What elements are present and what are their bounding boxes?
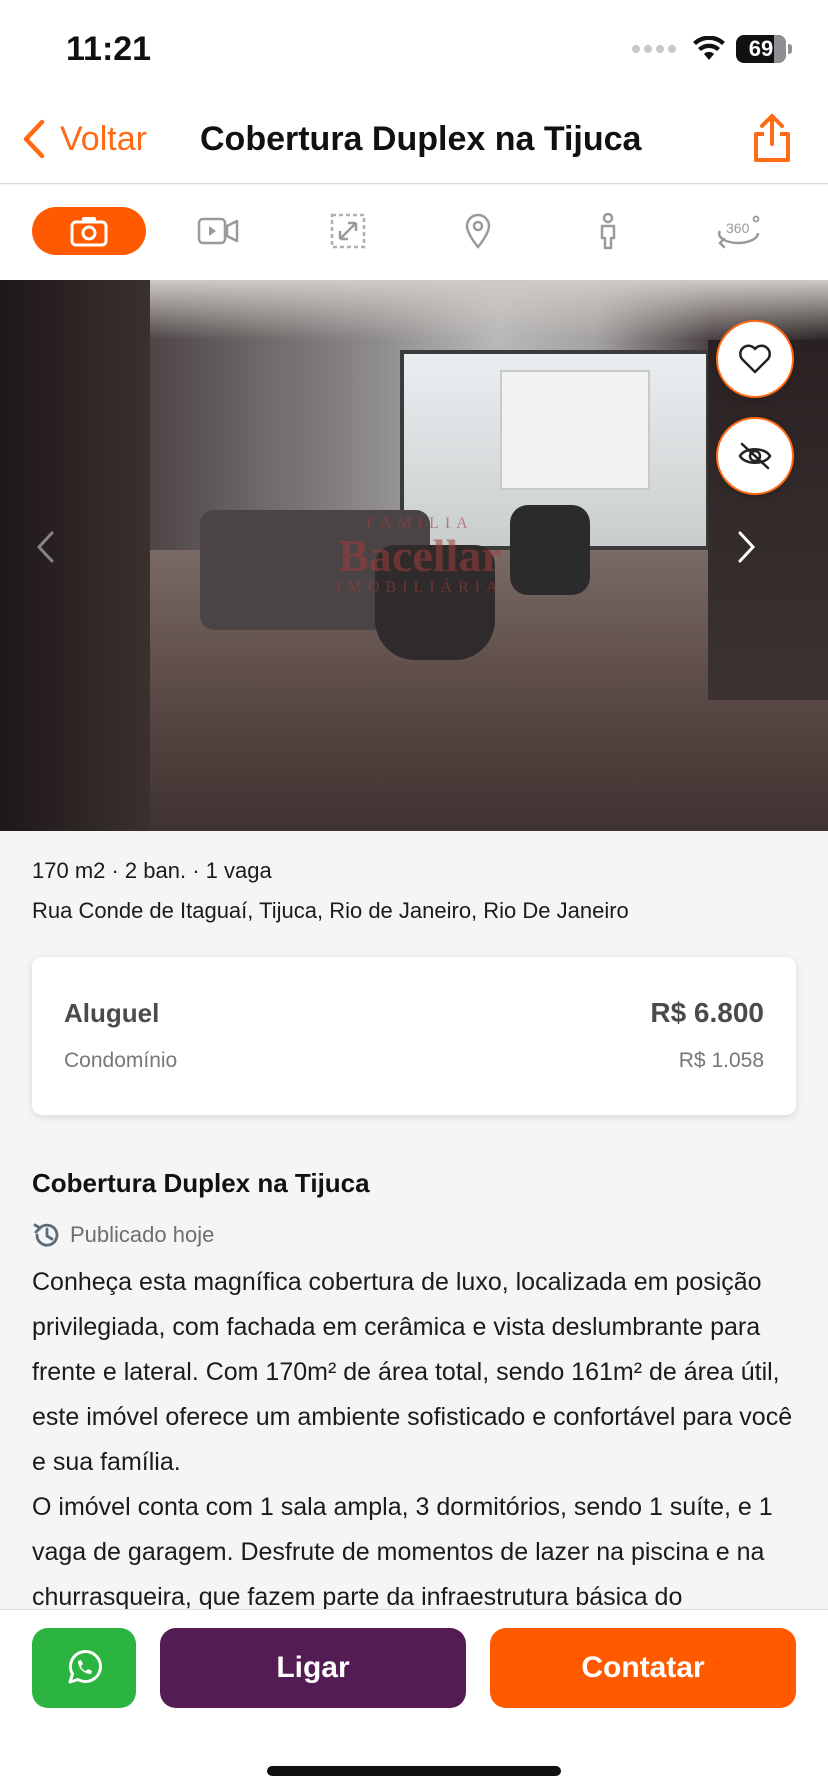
tab-floorplan[interactable] [291, 207, 405, 255]
condo-value: R$ 1.058 [678, 1049, 764, 1072]
back-label: Voltar [60, 119, 147, 158]
description-text: Conheça esta magnífica cobertura de luxo… [32, 1268, 793, 1610]
status-indicators: 69 [632, 34, 792, 64]
floorplan-icon [330, 213, 366, 249]
bottom-action-bar: Ligar Contatar [0, 1609, 828, 1792]
published-info: Publicado hoje [32, 1220, 214, 1250]
rent-value: R$ 6.800 [650, 997, 764, 1028]
listing-features: 170 m2 · 2 ban. · 1 vaga [32, 858, 272, 883]
home-indicator[interactable] [267, 1766, 561, 1776]
previous-photo-button[interactable] [36, 530, 76, 580]
battery-level: 69 [748, 36, 774, 61]
chevron-left-icon [23, 119, 45, 159]
status-time: 11:21 [66, 30, 152, 68]
photo-building [500, 370, 650, 490]
whatsapp-button[interactable] [32, 1628, 136, 1708]
tab-360[interactable]: 360 [681, 207, 795, 255]
map-pin-icon [465, 213, 491, 249]
whatsapp-icon [68, 1650, 102, 1684]
battery-icon: 69 [736, 35, 786, 63]
tab-map[interactable] [421, 207, 535, 255]
back-button[interactable]: Voltar [22, 114, 147, 164]
tab-photos[interactable] [32, 207, 146, 255]
watermark-logo: FAMILIA Bacellar IMOBILIÁRIA [300, 515, 540, 597]
condo-label: Condomínio [64, 1049, 178, 1072]
heart-icon [739, 344, 771, 374]
page-title: Cobertura Duplex na Tijuca [200, 120, 642, 158]
favorite-button[interactable] [716, 320, 794, 398]
tab-street-view[interactable] [551, 207, 665, 255]
camera-icon [70, 217, 108, 247]
status-bar: 11:21 69 [0, 0, 828, 96]
360-view-icon: 360 [717, 215, 760, 249]
call-button[interactable]: Ligar [160, 1628, 466, 1708]
wifi-icon [693, 36, 725, 60]
rent-label: Aluguel [64, 998, 160, 1028]
video-icon [197, 217, 239, 245]
navigation-bar: Voltar Cobertura Duplex na Tijuca [0, 96, 828, 184]
rent-row: Aluguel R$ 6.800 [64, 997, 764, 1029]
contact-button[interactable]: Contatar [490, 1628, 796, 1708]
condo-row: Condomínio R$ 1.058 [64, 1049, 764, 1073]
listing-address: Rua Conde de Itaguaí, Tijuca, Rio de Jan… [32, 898, 629, 923]
hide-listing-button[interactable] [716, 417, 794, 495]
next-photo-button[interactable] [736, 530, 776, 580]
eye-off-icon [738, 442, 772, 470]
share-icon [754, 114, 790, 162]
svg-text:360: 360 [726, 220, 750, 236]
street-view-icon [600, 212, 616, 250]
media-tabs: 360 [0, 185, 828, 280]
cellular-signal-icon [632, 45, 676, 53]
tab-video[interactable] [161, 207, 275, 255]
history-icon [33, 1223, 59, 1247]
battery-cap [788, 44, 792, 54]
chevron-right-icon [738, 531, 756, 563]
watermark-brand: Bacellar [338, 530, 502, 581]
chevron-left-icon [36, 531, 54, 563]
share-button[interactable] [750, 112, 794, 164]
description-title: Cobertura Duplex na Tijuca [32, 1168, 370, 1198]
published-label: Publicado hoje [70, 1222, 215, 1247]
property-photo[interactable]: FAMILIA Bacellar IMOBILIÁRIA [0, 280, 828, 831]
watermark-sub: IMOBILIÁRIA [336, 579, 504, 596]
price-card: Aluguel R$ 6.800 Condomínio R$ 1.058 [32, 957, 796, 1115]
